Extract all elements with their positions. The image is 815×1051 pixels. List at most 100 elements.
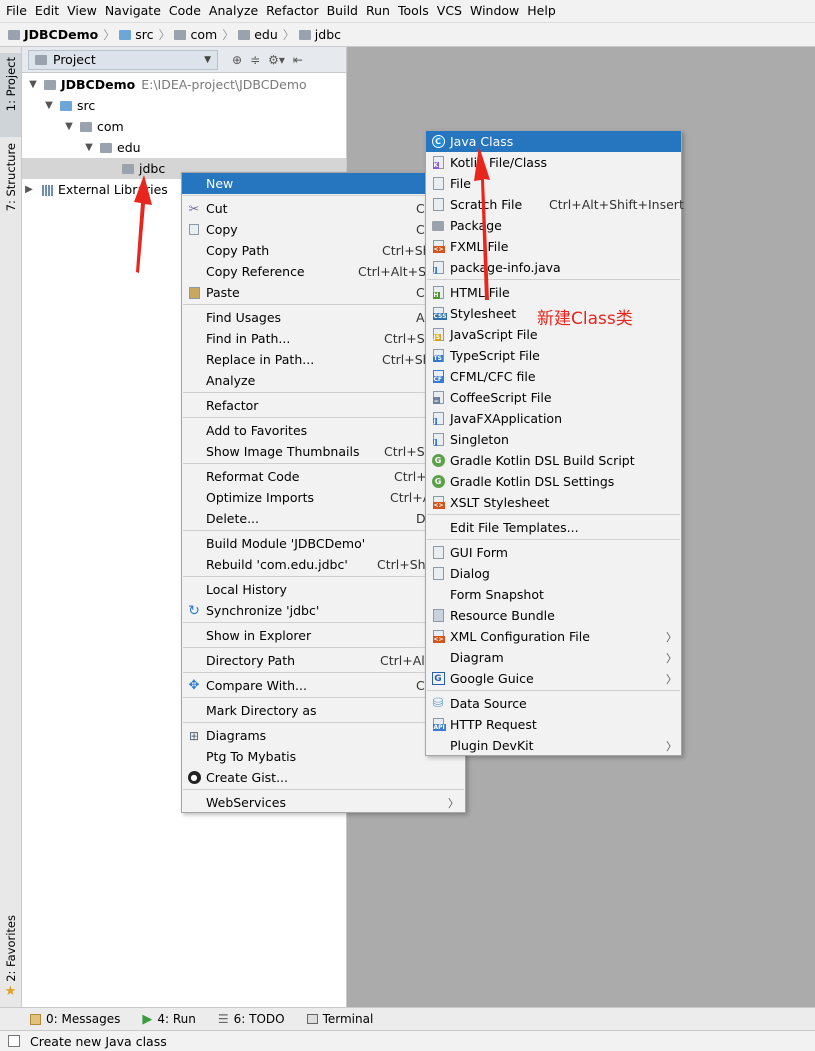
tab-structure[interactable]: 7: Structure	[0, 143, 21, 223]
submenu-item-http-request[interactable]: API HTTP Request	[426, 714, 681, 735]
submenu-item-typescript-file[interactable]: TS TypeScript File	[426, 345, 681, 366]
tree-item-edu[interactable]: ▼ edu	[22, 137, 346, 158]
expand-arrow-icon[interactable]: ▼	[62, 121, 76, 132]
menu-edit[interactable]: Edit	[31, 0, 63, 22]
submenu-item-dialog[interactable]: Dialog	[426, 563, 681, 584]
collapse-all-icon[interactable]: ≑	[250, 53, 260, 67]
tab-todo[interactable]: ☰ 6: TODO	[218, 1012, 285, 1026]
menu-item-find-usages[interactable]: Find Usages A	[182, 307, 465, 328]
submenu-item-diagram[interactable]: Diagram 〉	[426, 647, 681, 668]
submenu-item-package-info[interactable]: Jpackage-info.java	[426, 257, 681, 278]
menu-analyze[interactable]: Analyze	[205, 0, 262, 22]
gear-icon[interactable]: ⚙▾	[268, 53, 285, 67]
menu-item-copy[interactable]: Copy C	[182, 219, 465, 240]
breadcrumb-jdbc[interactable]: jdbc	[298, 23, 345, 47]
menu-item-show-image-thumbnails[interactable]: Show Image Thumbnails Ctrl+Sh	[182, 441, 465, 462]
menu-window[interactable]: Window	[466, 0, 523, 22]
submenu-item-xml-configuration-file[interactable]: <> XML Configuration File 〉	[426, 626, 681, 647]
expand-arrow-icon[interactable]: ▼	[26, 79, 40, 90]
menu-item-rebuild[interactable]: Rebuild 'com.edu.jdbc' Ctrl+Shif	[182, 554, 465, 575]
locate-icon[interactable]: ⊕	[232, 53, 242, 67]
breadcrumb-project[interactable]: JDBCDemo 〉	[8, 23, 119, 47]
menu-item-cut[interactable]: ✂ Cut C	[182, 198, 465, 219]
tab-terminal[interactable]: Terminal	[306, 1012, 373, 1026]
submenu-item-javafx-application[interactable]: J JavaFXApplication	[426, 408, 681, 429]
submenu-item-form-snapshot[interactable]: Form Snapshot	[426, 584, 681, 605]
menu-item-delete[interactable]: Delete... D	[182, 508, 465, 529]
menu-refactor[interactable]: Refactor	[262, 0, 322, 22]
submenu-item-data-source[interactable]: ⛁ Data Source	[426, 693, 681, 714]
menu-item-build-module[interactable]: Build Module 'JDBCDemo'	[182, 533, 465, 554]
menu-tools[interactable]: Tools	[394, 0, 433, 22]
menu-item-diagrams[interactable]: ⊞ Diagrams	[182, 725, 465, 746]
submenu-item-gradle-settings[interactable]: G Gradle Kotlin DSL Settings	[426, 471, 681, 492]
menu-item-copy-path[interactable]: Copy Path Ctrl+Sh	[182, 240, 465, 261]
submenu-item-file[interactable]: File	[426, 173, 681, 194]
submenu-item-kotlin-file[interactable]: K Kotlin File/Class	[426, 152, 681, 173]
menu-item-optimize-imports[interactable]: Optimize Imports Ctrl+A	[182, 487, 465, 508]
submenu-item-resource-bundle[interactable]: Resource Bundle	[426, 605, 681, 626]
menu-item-show-in-explorer[interactable]: Show in Explorer	[182, 625, 465, 646]
menu-item-webservices[interactable]: WebServices 〉	[182, 792, 465, 812]
menu-item-copy-reference[interactable]: Copy Reference Ctrl+Alt+Sh	[182, 261, 465, 282]
breadcrumb-com[interactable]: com 〉	[174, 23, 238, 47]
menu-item-paste[interactable]: Paste C	[182, 282, 465, 303]
submenu-item-gui-form[interactable]: GUI Form	[426, 542, 681, 563]
menu-item-new[interactable]: New 〉	[182, 173, 465, 194]
menu-item-local-history[interactable]: Local History	[182, 579, 465, 600]
breadcrumb-label: src	[135, 27, 154, 42]
submenu-item-edit-file-templates[interactable]: Edit File Templates...	[426, 517, 681, 538]
hide-icon[interactable]: ⇤	[293, 53, 303, 67]
left-tool-stripe: 1: Project 7: Structure 2: Favorites ★	[0, 47, 22, 1007]
submenu-item-coffeescript-file[interactable]: ☕ CoffeeScript File	[426, 387, 681, 408]
menu-view[interactable]: View	[63, 0, 101, 22]
tab-run[interactable]: ▶ 4: Run	[142, 1012, 196, 1027]
menu-item-analyze[interactable]: Analyze	[182, 370, 465, 391]
tab-project[interactable]: 1: Project	[0, 53, 21, 137]
submenu-item-fxml-file[interactable]: <> FXML File	[426, 236, 681, 257]
menu-code[interactable]: Code	[165, 0, 205, 22]
submenu-item-cfml-file[interactable]: CF CFML/CFC file	[426, 366, 681, 387]
menu-run[interactable]: Run	[362, 0, 394, 22]
submenu-item-google-guice[interactable]: G Google Guice 〉	[426, 668, 681, 689]
gradle-icon: G	[426, 475, 450, 488]
breadcrumb-edu[interactable]: edu 〉	[238, 23, 299, 47]
submenu-item-label: XML Configuration File	[450, 629, 590, 644]
menu-item-find-in-path[interactable]: Find in Path... Ctrl+Sh	[182, 328, 465, 349]
menu-item-mark-directory-as[interactable]: Mark Directory as	[182, 700, 465, 721]
menu-item-synchronize[interactable]: ↻ Synchronize 'jdbc'	[182, 600, 465, 621]
expand-arrow-icon[interactable]: ▼	[82, 142, 96, 153]
menu-item-replace-in-path[interactable]: Replace in Path... Ctrl+Sh	[182, 349, 465, 370]
submenu-item-scratch-file[interactable]: Scratch File Ctrl+Alt+Shift+Insert	[426, 194, 684, 215]
submenu-item-plugin-devkit[interactable]: Plugin DevKit 〉	[426, 735, 681, 756]
menu-item-reformat-code[interactable]: Reformat Code Ctrl+	[182, 466, 465, 487]
project-view-selector[interactable]: Project ▼	[28, 49, 218, 70]
submenu-item-xslt-stylesheet[interactable]: <> XSLT Stylesheet	[426, 492, 681, 513]
tree-item-com[interactable]: ▼ com	[22, 116, 346, 137]
submenu-item-java-class[interactable]: C Java Class	[426, 131, 681, 152]
menu-item-refactor[interactable]: Refactor	[182, 395, 465, 416]
menu-item-create-gist[interactable]: ● Create Gist...	[182, 767, 465, 788]
menu-separator	[183, 417, 464, 418]
menu-item-add-to-favorites[interactable]: Add to Favorites	[182, 420, 465, 441]
status-toggle-icon[interactable]	[8, 1035, 20, 1047]
tree-item-project[interactable]: ▼ JDBCDemo E:\IDEA-project\JDBCDemo	[22, 74, 346, 95]
menu-item-ptg-to-mybatis[interactable]: Ptg To Mybatis	[182, 746, 465, 767]
submenu-item-html-file[interactable]: H HTML File	[426, 282, 681, 303]
tab-messages[interactable]: 0: Messages	[30, 1012, 120, 1026]
expand-arrow-icon[interactable]: ▶	[22, 184, 36, 195]
submenu-item-gradle-build-script[interactable]: G Gradle Kotlin DSL Build Script	[426, 450, 681, 471]
menu-vcs[interactable]: VCS	[433, 0, 466, 22]
tree-item-src[interactable]: ▼ src	[22, 95, 346, 116]
expand-arrow-icon[interactable]: ▼	[42, 100, 56, 111]
menu-file[interactable]: File	[2, 0, 31, 22]
menu-help[interactable]: Help	[523, 0, 560, 22]
submenu-item-package[interactable]: Package	[426, 215, 681, 236]
menu-item-directory-path[interactable]: Directory Path Ctrl+Alt	[182, 650, 465, 671]
menu-navigate[interactable]: Navigate	[101, 0, 165, 22]
breadcrumb-src[interactable]: src 〉	[119, 23, 174, 47]
menu-item-compare-with[interactable]: ✥ Compare With... C	[182, 675, 465, 696]
tab-favorites[interactable]: 2: Favorites ★	[0, 915, 21, 999]
submenu-item-singleton[interactable]: J Singleton	[426, 429, 681, 450]
menu-build[interactable]: Build	[323, 0, 362, 22]
